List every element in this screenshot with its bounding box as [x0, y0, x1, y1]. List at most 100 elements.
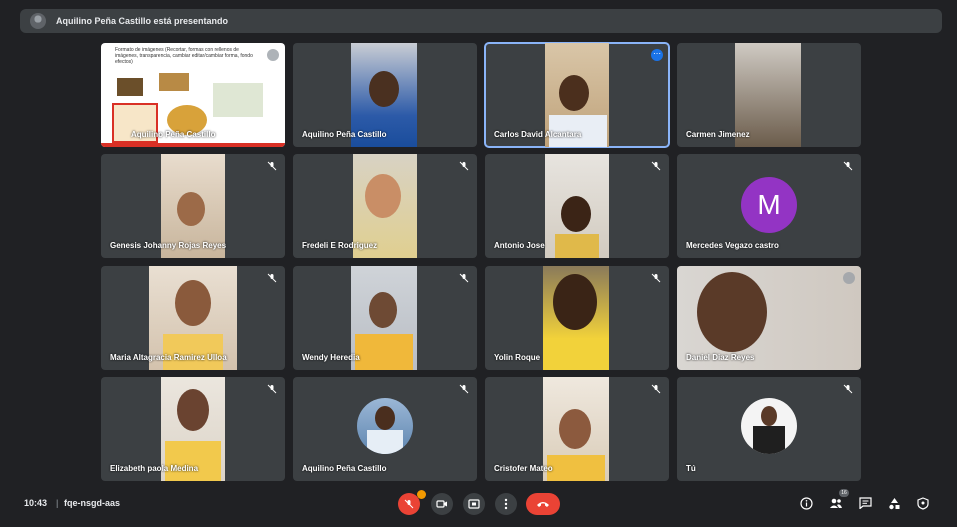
participant-name: Genesis Johanny Rojas Reyes: [110, 241, 227, 250]
participant-tile[interactable]: Cristofer Mateo: [485, 377, 669, 481]
camera-icon: [436, 500, 447, 508]
present-button[interactable]: [463, 493, 485, 515]
meeting-time: 10:43: [24, 498, 48, 508]
mic-off-icon: [267, 273, 277, 283]
participant-tile[interactable]: Yolin Roque: [485, 266, 669, 370]
participant-name: Aquilino Peña Castillo: [302, 130, 387, 139]
presenting-banner: Aquilino Peña Castillo está presentando: [20, 9, 942, 33]
mic-off-icon: [404, 499, 414, 509]
mic-off-icon: [651, 384, 661, 394]
participant-tile[interactable]: Aquilino Peña Castillo: [293, 43, 477, 147]
participant-name: Aquilino Peña Castillo: [131, 130, 216, 139]
participant-face: [553, 274, 597, 330]
slide-image: [213, 83, 263, 117]
participant-tile[interactable]: Daniel Diaz Reyes: [677, 266, 861, 370]
pin-icon[interactable]: [843, 272, 855, 284]
notification-badge: [417, 490, 426, 499]
participants-count-badge: 16: [839, 489, 849, 497]
participant-face: [365, 174, 401, 218]
separator: |: [56, 498, 59, 508]
mic-off-icon: [651, 273, 661, 283]
slide-bar: [101, 143, 285, 147]
info-icon: [799, 496, 813, 510]
avatar-suit: [753, 426, 785, 454]
participant-shirt: [547, 455, 605, 481]
participant-shirt: [165, 441, 221, 481]
mic-off-icon: [459, 384, 469, 394]
mic-off-icon: [459, 273, 469, 283]
participant-tile[interactable]: Elizabeth paola Medina: [101, 377, 285, 481]
participant-shirt: [555, 234, 599, 258]
presentation-tile[interactable]: Formato de imágenes (Recortar, formas co…: [101, 43, 285, 147]
mic-off-icon: [651, 161, 661, 171]
participant-face: [559, 409, 591, 449]
participant-name: Daniel Diaz Reyes: [686, 353, 755, 362]
participant-tile[interactable]: Tú: [677, 377, 861, 481]
participant-letter-avatar: M: [741, 177, 797, 233]
slide-image: [117, 78, 143, 96]
participant-shirt: [163, 334, 223, 370]
presenter-avatar: [30, 13, 46, 29]
participant-tile[interactable]: Carlos David Alcantara ⋯: [484, 42, 670, 148]
pin-icon[interactable]: [267, 49, 279, 61]
presenting-text: Aquilino Peña Castillo está presentando: [56, 16, 229, 26]
participant-name: Fredeli E Rodriguez: [302, 241, 378, 250]
participant-tile[interactable]: Antonio Jose: [485, 154, 669, 258]
mic-off-icon: [459, 161, 469, 171]
camera-button[interactable]: [431, 493, 453, 515]
participant-face: [177, 389, 209, 431]
participant-face: [697, 272, 767, 352]
avatar-face: [761, 406, 777, 426]
participant-name: Wendy Heredia: [302, 353, 360, 362]
participant-tile[interactable]: M Mercedes Vegazo castro: [677, 154, 861, 258]
mic-off-icon: [843, 384, 853, 394]
end-call-button[interactable]: [526, 493, 560, 515]
participant-tile[interactable]: Maria Altagracia Ramirez Ulloa: [101, 266, 285, 370]
participant-name: Mercedes Vegazo castro: [686, 241, 779, 250]
slide-title: Formato de imágenes (Recortar, formas co…: [115, 47, 253, 65]
control-bar: 10:43 | fqe-nsgd-aas 16: [0, 484, 957, 527]
participant-photo-avatar: [357, 398, 413, 454]
participant-tile[interactable]: Wendy Heredia: [293, 266, 477, 370]
host-controls-icon: [917, 496, 929, 510]
participant-face: [369, 292, 397, 328]
participant-name: Cristofer Mateo: [494, 464, 553, 473]
participant-face: [175, 280, 211, 326]
participant-tile[interactable]: Genesis Johanny Rojas Reyes: [101, 154, 285, 258]
chat-button[interactable]: [858, 496, 872, 510]
people-icon: [830, 498, 842, 508]
participant-name: Yolin Roque: [494, 353, 541, 362]
participant-tile[interactable]: Aquilino Peña Castillo: [293, 377, 477, 481]
present-icon: [468, 499, 480, 509]
more-options-icon: [504, 498, 508, 510]
participant-face: [561, 196, 591, 232]
participant-face: [177, 192, 205, 226]
participant-shirt: [355, 334, 413, 370]
participant-name: Carlos David Alcantara: [494, 130, 582, 139]
participant-tile[interactable]: Carmen Jimenez: [677, 43, 861, 147]
people-button[interactable]: [829, 496, 843, 510]
more-options-icon[interactable]: ⋯: [651, 49, 663, 61]
info-button[interactable]: [799, 496, 813, 510]
participant-face: [369, 71, 399, 107]
participant-name: Antonio Jose: [494, 241, 545, 250]
slide-image: [159, 73, 189, 91]
participant-photo-avatar: [741, 398, 797, 454]
participant-name: Maria Altagracia Ramirez Ulloa: [110, 353, 227, 362]
avatar-face: [375, 406, 395, 430]
mic-off-icon: [843, 161, 853, 171]
avatar-shirt: [367, 430, 403, 454]
host-controls-button[interactable]: [916, 496, 930, 510]
participant-face: [559, 75, 589, 111]
participant-name: Tú: [686, 464, 696, 473]
participant-name: Elizabeth paola Medina: [110, 464, 199, 473]
more-options-button[interactable]: [495, 493, 517, 515]
activities-button[interactable]: [887, 496, 901, 510]
participant-name: Carmen Jimenez: [686, 130, 750, 139]
meeting-code: fqe-nsgd-aas: [64, 498, 121, 508]
participant-name: Aquilino Peña Castillo: [302, 464, 387, 473]
mic-off-icon: [267, 384, 277, 394]
participant-tile[interactable]: Fredeli E Rodriguez: [293, 154, 477, 258]
chat-icon: [858, 497, 872, 509]
activities-icon: [888, 497, 899, 509]
